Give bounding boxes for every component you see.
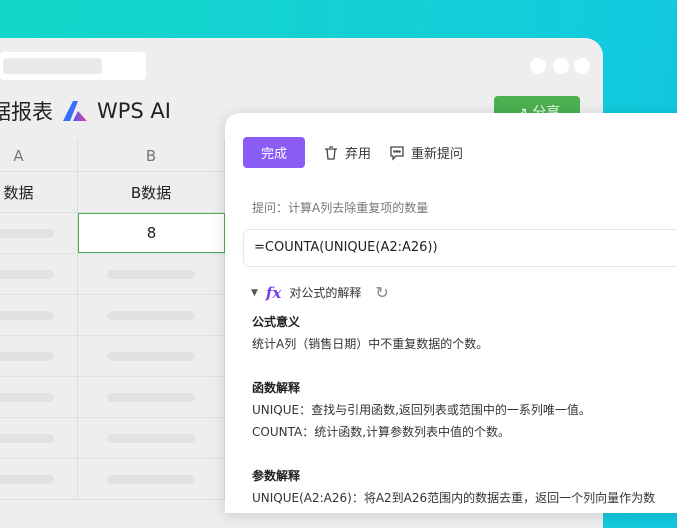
column-header-a[interactable]: A (0, 140, 78, 171)
discard-button[interactable]: 弃用 (323, 143, 371, 162)
cell[interactable] (0, 459, 78, 499)
formula-output[interactable]: =COUNTA(UNIQUE(A2:A26)) (243, 229, 677, 267)
cell[interactable] (78, 377, 225, 417)
explain-title: 对公式的解释 (289, 286, 362, 300)
trash-icon (325, 145, 338, 160)
window-dot[interactable] (553, 58, 569, 74)
cell[interactable] (0, 295, 78, 335)
explanation-body: 公式意义 统计A列（销售日期）中不重复数据的个数。 函数解释 UNIQUE：查找… (252, 311, 677, 509)
cell[interactable] (0, 336, 78, 376)
search-input[interactable] (0, 52, 146, 80)
cell[interactable] (78, 336, 225, 376)
explanation-toggle[interactable]: ▼ fx 对公式的解释 ↻ (251, 283, 389, 302)
section-title: 函数解释 (252, 381, 301, 395)
cell[interactable] (0, 418, 78, 458)
section-line: UNIQUE(A2:A26)：将A2到A26范围内的数据去重，返回一个列向量作为… (252, 491, 656, 505)
wps-ai-logo-icon (63, 101, 87, 121)
section-line: COUNTA：统计函数,计算参数列表中值的个数。 (252, 425, 511, 439)
done-button[interactable]: 完成 (243, 137, 306, 168)
cell[interactable] (78, 295, 225, 335)
section-line: UNIQUE：查找与引用函数,返回列表或范围中的一系列唯一值。 (252, 403, 591, 417)
cell[interactable]: 数据 (0, 172, 78, 212)
cell[interactable]: B数据 (78, 172, 225, 212)
sheet-title: 据报表 WPS AI (0, 96, 171, 126)
column-header-b[interactable]: B (78, 140, 225, 171)
cell[interactable] (0, 213, 78, 253)
brand-text: WPS AI (97, 99, 171, 123)
chat-icon (390, 145, 404, 161)
cell[interactable] (0, 254, 78, 294)
prompt-text: 提问：计算A列去除重复项的数量 (252, 201, 429, 215)
section-title: 参数解释 (252, 469, 301, 483)
title-text: 据报表 (0, 100, 53, 124)
refresh-icon[interactable]: ↻ (375, 283, 388, 302)
ai-formula-panel: 完成 弃用 重新提问 提问：计算A列去除重复项的数量 =COUNTA(UNIQU… (225, 113, 677, 513)
reask-button[interactable]: 重新提问 (389, 143, 463, 162)
section-line: 统计A列（销售日期）中不重复数据的个数。 (252, 337, 489, 351)
section-title: 公式意义 (252, 315, 301, 329)
cell[interactable] (78, 418, 225, 458)
cell[interactable] (78, 254, 225, 294)
caret-down-icon: ▼ (251, 287, 258, 298)
cell[interactable] (78, 459, 225, 499)
window-dot[interactable] (574, 58, 590, 74)
selected-cell[interactable]: 8 (78, 213, 225, 253)
fx-icon: fx (265, 283, 282, 302)
cell[interactable] (0, 377, 78, 417)
window-dot[interactable] (530, 58, 546, 74)
